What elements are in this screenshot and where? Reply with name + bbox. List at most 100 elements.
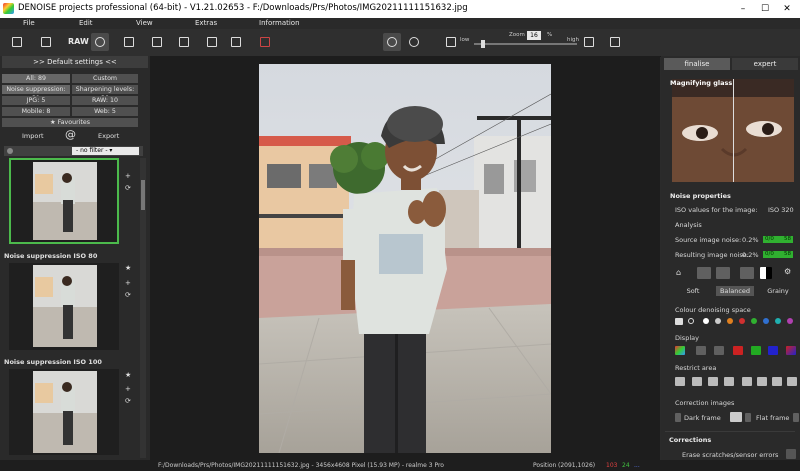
display-blue-icon[interactable]: [768, 346, 778, 355]
export-presets-button[interactable]: Export: [98, 132, 119, 140]
denoise-icon[interactable]: [697, 267, 711, 279]
batch-button[interactable]: [148, 33, 166, 51]
apply-icon[interactable]: ⟳: [125, 397, 131, 405]
tab-expert[interactable]: expert: [732, 58, 798, 70]
toolbar: RAW: [0, 29, 800, 57]
new-file-button[interactable]: [8, 33, 26, 51]
balanced-icon[interactable]: [716, 267, 730, 279]
restrict-ring-icon[interactable]: [724, 377, 734, 386]
display-mono-icon[interactable]: [714, 346, 724, 355]
filter-mobile[interactable]: Mobile: 8: [2, 107, 70, 116]
close-icon[interactable]: ✕: [780, 2, 794, 16]
preset-thumbnail[interactable]: [9, 263, 119, 350]
flat-frame-toggle[interactable]: [745, 413, 751, 422]
crop-button[interactable]: [606, 33, 624, 51]
minimize-icon[interactable]: –: [736, 2, 750, 16]
print-preview-button[interactable]: [203, 33, 221, 51]
erase-settings-icon[interactable]: [786, 449, 796, 459]
preset-header[interactable]: >> Default settings <<: [2, 56, 148, 68]
open-file-button[interactable]: [37, 33, 55, 51]
filter-custom[interactable]: Custom: [72, 74, 138, 83]
scrollbar-thumb[interactable]: [141, 180, 145, 210]
erase-scratches-button[interactable]: Erase scratches/sensor errors: [682, 451, 778, 459]
filter-web[interactable]: Web: 5: [72, 107, 138, 116]
frame-merge-icon[interactable]: [730, 412, 742, 422]
flat-frame-button[interactable]: Flat frame: [756, 414, 789, 422]
restrict-diamond-icon[interactable]: [708, 377, 718, 386]
zoom-input[interactable]: 16: [527, 31, 541, 40]
colour-radio-green[interactable]: [751, 318, 757, 324]
filter-raw[interactable]: RAW: 10: [72, 96, 138, 105]
export-button[interactable]: [175, 33, 193, 51]
apply-icon[interactable]: ⟳: [125, 291, 131, 299]
compare-button[interactable]: [227, 33, 245, 51]
at-button[interactable]: @: [65, 128, 76, 141]
menu-information[interactable]: Information: [259, 19, 300, 27]
settings-icon[interactable]: ⚙: [784, 267, 794, 276]
zoom-slider[interactable]: [474, 43, 577, 45]
timer-button[interactable]: [383, 33, 401, 51]
upload-button[interactable]: [580, 33, 598, 51]
menu-edit[interactable]: Edit: [79, 19, 93, 27]
filter-all[interactable]: All: 89: [2, 74, 70, 83]
colour-radio-red[interactable]: [739, 318, 745, 324]
filter-favourites[interactable]: ★ Favourites: [2, 118, 138, 127]
preset-thumbnail-selected[interactable]: [9, 158, 119, 244]
colour-radio-white[interactable]: [703, 318, 709, 324]
display-green-icon[interactable]: [751, 346, 761, 355]
tab-finalise[interactable]: finalise: [664, 58, 730, 70]
colour-radio-blue[interactable]: [763, 318, 769, 324]
menu-view[interactable]: View: [136, 19, 153, 27]
mode-soft[interactable]: Soft: [676, 286, 710, 296]
menu-file[interactable]: File: [23, 19, 35, 27]
filter-jpg[interactable]: JPG: 5: [2, 96, 70, 105]
redo-button[interactable]: [405, 33, 423, 51]
import-button[interactable]: Import: [22, 132, 44, 140]
soft-icon[interactable]: ⌂: [676, 268, 686, 277]
mode-grainy[interactable]: Grainy: [760, 286, 796, 296]
display-red-icon[interactable]: [733, 346, 743, 355]
zoom-slider-handle[interactable]: [481, 40, 485, 48]
mode-toggle-button[interactable]: [442, 33, 460, 51]
maximize-icon[interactable]: ☐: [758, 2, 772, 16]
dark-frame-button[interactable]: Dark frame: [684, 414, 721, 422]
filter-select[interactable]: - no filter - ▾: [72, 147, 139, 155]
preset-thumbnail[interactable]: [9, 369, 119, 455]
add-icon[interactable]: +: [125, 279, 131, 287]
restrict-edge-icon[interactable]: [787, 377, 797, 386]
main-photo[interactable]: [259, 64, 551, 453]
display-grey-icon[interactable]: [696, 346, 706, 355]
colour-radio-orange[interactable]: [727, 318, 733, 324]
favourite-star-icon[interactable]: ★: [125, 371, 131, 379]
display-colour-icon[interactable]: [675, 346, 685, 355]
filter-sharpening[interactable]: Sharpening levels: 30: [72, 85, 138, 102]
restrict-left-icon[interactable]: [742, 377, 752, 386]
restrict-center-icon[interactable]: [692, 377, 702, 386]
save-button[interactable]: [120, 33, 138, 51]
camera-icon[interactable]: [675, 318, 683, 325]
favourite-star-icon[interactable]: +: [125, 172, 131, 180]
add-icon[interactable]: +: [125, 385, 131, 393]
restrict-right-icon[interactable]: [772, 377, 782, 386]
flat-frame-options[interactable]: [793, 413, 799, 422]
mode-balanced[interactable]: Balanced: [716, 286, 754, 296]
histogram-button[interactable]: [256, 33, 274, 51]
restrict-full-icon[interactable]: [675, 377, 685, 386]
magnifying-glass[interactable]: [672, 79, 794, 182]
hand-icon[interactable]: [740, 267, 754, 279]
colour-radio-magenta[interactable]: [787, 318, 793, 324]
settings-button[interactable]: [91, 33, 109, 51]
raw-button[interactable]: RAW: [68, 37, 89, 46]
restrict-middle-icon[interactable]: [757, 377, 767, 386]
menu-extras[interactable]: Extras: [195, 19, 217, 27]
filter-noise[interactable]: Noise suppression: 31: [2, 85, 70, 102]
contrast-icon[interactable]: [760, 267, 772, 279]
colour-radio-none[interactable]: [688, 318, 694, 324]
dark-frame-toggle[interactable]: [675, 413, 681, 422]
favourite-star-icon[interactable]: ★: [125, 264, 131, 272]
colour-radio-cyan[interactable]: [775, 318, 781, 324]
search-icon[interactable]: [7, 148, 13, 154]
display-mix-icon[interactable]: [786, 346, 796, 355]
colour-radio-grey[interactable]: [715, 318, 721, 324]
apply-icon[interactable]: ⟳: [125, 184, 131, 192]
